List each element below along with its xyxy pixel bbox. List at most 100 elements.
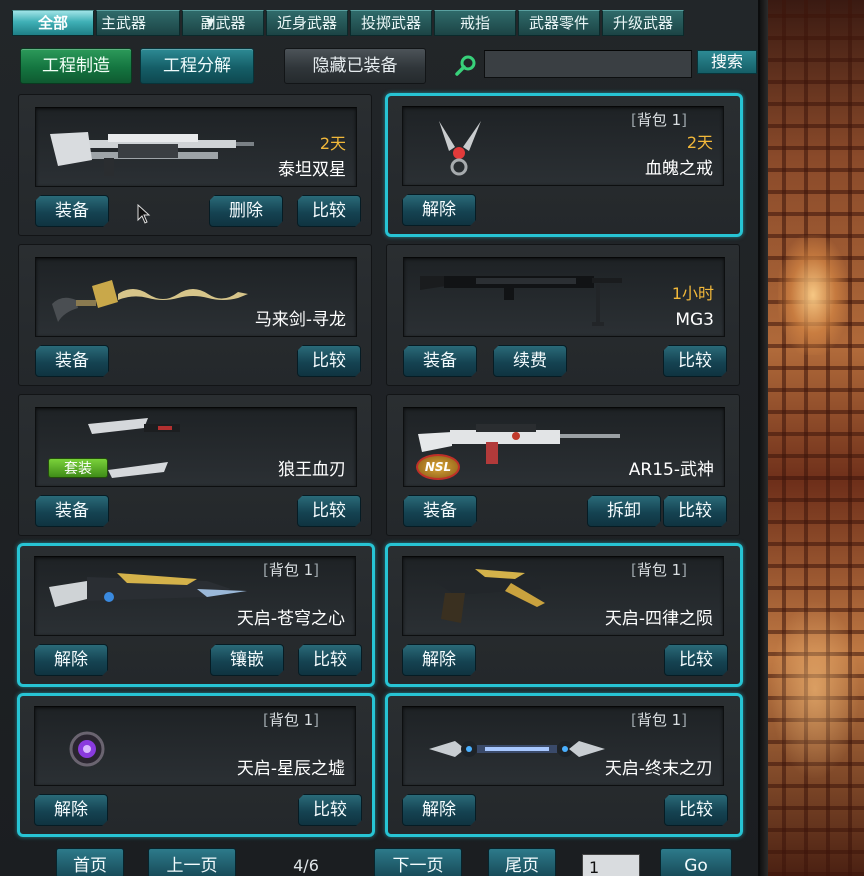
item-name: 血魄之戒 xyxy=(645,159,713,179)
item-image-frame: 1小时 MG3 xyxy=(403,257,725,337)
tab-secondary-weapon[interactable]: 副武器 xyxy=(182,10,264,36)
item-name: AR15-武神 xyxy=(628,460,714,480)
renew-button[interactable]: 续费 xyxy=(493,345,567,377)
search-icon[interactable] xyxy=(453,53,479,79)
unequip-button[interactable]: 解除 xyxy=(34,644,108,676)
item-card: 1小时 MG3 装备 续费 比较 xyxy=(386,244,740,386)
delete-button[interactable]: 删除 xyxy=(209,195,283,227)
backpack-slot-label: [背包 1] xyxy=(262,711,319,729)
compare-button[interactable]: 比较 xyxy=(663,345,727,377)
tab-label: 近身武器 xyxy=(276,14,337,32)
backpack-slot-text: 背包 1 xyxy=(268,711,314,729)
tab-ring[interactable]: 戒指 xyxy=(434,10,516,36)
unequip-button[interactable]: 解除 xyxy=(34,794,108,826)
equip-button[interactable]: 装备 xyxy=(35,495,109,527)
mouse-cursor-icon xyxy=(137,204,151,224)
item-name: 泰坦双星 xyxy=(278,160,346,180)
backpack-slot-label: [背包 1] xyxy=(630,561,687,579)
item-card: 马来剑-寻龙 装备 比较 xyxy=(18,244,372,386)
tab-label: 升级武器 xyxy=(612,14,673,32)
tab-label: 全部 xyxy=(37,14,68,32)
craft-button[interactable]: 工程制造 xyxy=(20,48,132,84)
disassemble-button[interactable]: 拆卸 xyxy=(587,495,661,527)
tab-label: 武器零件 xyxy=(528,14,589,32)
apocalypse-pistol-icon xyxy=(435,569,545,623)
compare-button[interactable]: 比较 xyxy=(664,644,728,676)
item-image-frame: [背包 1] 天启-苍穹之心 xyxy=(34,556,356,636)
unequip-button[interactable]: 解除 xyxy=(402,194,476,226)
tab-all[interactable]: 全部 xyxy=(12,10,94,36)
item-name: 天启-星辰之墟 xyxy=(236,759,345,779)
backpack-slot-label: [背包 1] xyxy=(630,111,687,129)
item-time-left: 1小时 xyxy=(671,284,714,303)
backpack-slot-label: [背包 1] xyxy=(630,711,687,729)
tab-upgrade-weapon[interactable]: 升级武器 xyxy=(602,10,684,36)
set-badge: 套装 xyxy=(48,458,108,478)
compare-button[interactable]: 比较 xyxy=(664,794,728,826)
category-tabs: 全部 主武器 ▼ 副武器 近身武器 投掷武器 戒指 武器零件 升级武器 xyxy=(12,10,684,36)
last-page-button[interactable]: 尾页 xyxy=(488,848,556,876)
item-card: [背包 1] 天启-终末之刃 解除 比较 xyxy=(385,693,743,837)
item-card: [背包 1] 天启-苍穹之心 解除 镶嵌 比较 xyxy=(17,543,375,687)
item-image-frame: 2天 泰坦双星 xyxy=(35,107,357,187)
item-card: 2天 泰坦双星 装备 删除 比较 xyxy=(18,94,372,236)
item-name: 天启-终末之刃 xyxy=(604,759,713,779)
item-image-frame: [背包 1] 天启-四律之陨 xyxy=(402,556,724,636)
item-card: [背包 1] 天启-四律之陨 解除 比较 xyxy=(385,543,743,687)
compare-button[interactable]: 比较 xyxy=(298,794,362,826)
page-number-input[interactable] xyxy=(582,854,640,876)
item-image-frame: 马来剑-寻龙 xyxy=(35,257,357,337)
equip-button[interactable]: 装备 xyxy=(403,495,477,527)
next-page-button[interactable]: 下一页 xyxy=(374,848,462,876)
tab-label: 主武器 xyxy=(101,14,147,32)
prev-page-button[interactable]: 上一页 xyxy=(148,848,236,876)
backpack-slot-text: 背包 1 xyxy=(268,561,314,579)
backpack-slot-text: 背包 1 xyxy=(636,111,682,129)
tab-weapon-parts[interactable]: 武器零件 xyxy=(518,10,600,36)
apocalypse-rifle-icon xyxy=(49,573,247,607)
item-name: 狼王血刃 xyxy=(278,460,346,480)
search-input[interactable] xyxy=(484,50,692,78)
unequip-button[interactable]: 解除 xyxy=(402,644,476,676)
machine-gun-icon xyxy=(420,276,622,326)
compare-button[interactable]: 比较 xyxy=(297,195,361,227)
compare-button[interactable]: 比较 xyxy=(297,495,361,527)
tab-melee-weapon[interactable]: 近身武器 xyxy=(266,10,348,36)
tab-throwing-weapon[interactable]: 投掷武器 xyxy=(350,10,432,36)
unequip-button[interactable]: 解除 xyxy=(402,794,476,826)
backpack-slot-text: 背包 1 xyxy=(636,561,682,579)
item-card: [背包 1] 天启-星辰之墟 解除 比较 xyxy=(17,693,375,837)
background-lamp xyxy=(778,235,848,355)
background-scenery xyxy=(760,0,864,876)
compare-button[interactable]: 比较 xyxy=(298,644,362,676)
decompose-button[interactable]: 工程分解 xyxy=(140,48,254,84)
hide-equipped-button[interactable]: 隐藏已装备 xyxy=(284,48,426,84)
item-image-frame: [背包 1] 天启-星辰之墟 xyxy=(34,706,356,786)
first-page-button[interactable]: 首页 xyxy=(56,848,124,876)
star-orb-icon xyxy=(69,731,105,767)
kris-sword-icon xyxy=(52,280,248,322)
blood-ring-icon xyxy=(439,121,481,176)
item-card: 套装 狼王血刃 装备 比较 xyxy=(18,394,372,536)
item-card: NSL AR15-武神 装备 拆卸 比较 xyxy=(386,394,740,536)
tab-primary-weapon[interactable]: 主武器 ▼ xyxy=(96,10,214,36)
inlay-button[interactable]: 镶嵌 xyxy=(210,644,284,676)
compare-button[interactable]: 比较 xyxy=(663,495,727,527)
equip-button[interactable]: 装备 xyxy=(35,345,109,377)
equip-button[interactable]: 装备 xyxy=(35,195,109,227)
background-pillar xyxy=(760,0,768,876)
item-name: 马来剑-寻龙 xyxy=(254,310,346,330)
equip-button[interactable]: 装备 xyxy=(403,345,477,377)
compare-button[interactable]: 比较 xyxy=(297,345,361,377)
backpack-slot-label: [背包 1] xyxy=(262,561,319,579)
chevron-down-icon[interactable]: ▼ xyxy=(206,11,214,35)
go-button[interactable]: Go xyxy=(660,848,732,876)
item-time-left: 2天 xyxy=(686,133,713,152)
twin-rifle-icon xyxy=(50,132,254,176)
inventory-panel: 全部 主武器 ▼ 副武器 近身武器 投掷武器 戒指 武器零件 升级武器 工程制造 … xyxy=(0,0,760,876)
background-lamp xyxy=(770,600,860,780)
double-blade-icon xyxy=(429,741,605,757)
item-name: 天启-苍穹之心 xyxy=(236,609,345,629)
tab-label: 投掷武器 xyxy=(360,14,421,32)
search-button[interactable]: 搜索 xyxy=(697,50,757,74)
